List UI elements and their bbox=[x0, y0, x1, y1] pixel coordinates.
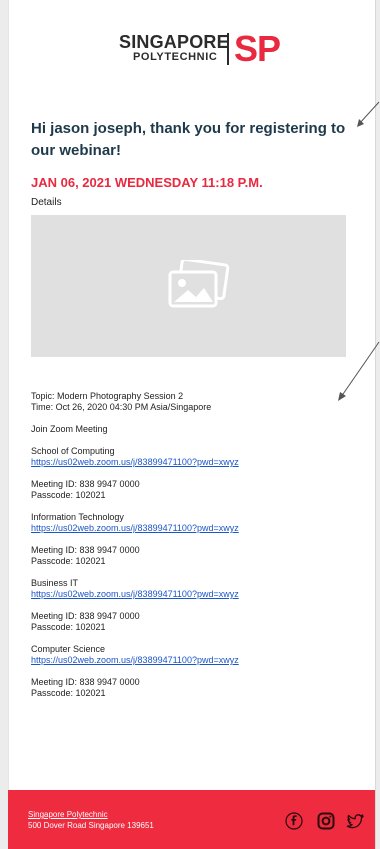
join-text: Join Zoom Meeting bbox=[31, 424, 108, 434]
sp-logo[interactable]: SINGAPORE POLYTECHNIC SP bbox=[119, 28, 289, 69]
footer-link[interactable]: Singapore Polytechnic bbox=[28, 810, 108, 819]
logo-line2: POLYTECHNIC bbox=[133, 51, 218, 63]
meeting-id: Meeting ID: 838 9947 0000 bbox=[31, 545, 140, 555]
zoom-link[interactable]: https://us02web.zoom.us/j/83899471100?pw… bbox=[31, 655, 239, 665]
meeting-id: Meeting ID: 838 9947 0000 bbox=[31, 479, 140, 489]
meeting-id: Meeting ID: 838 9947 0000 bbox=[31, 611, 140, 621]
logo-mark: SP bbox=[234, 28, 281, 69]
passcode: Passcode: 102021 bbox=[31, 622, 106, 632]
session-name: Business IT bbox=[31, 578, 79, 588]
zoom-link[interactable]: https://us02web.zoom.us/j/83899471100?pw… bbox=[31, 589, 239, 599]
meeting-id: Meeting ID: 838 9947 0000 bbox=[31, 677, 140, 687]
footer: Singapore Polytechnic 500 Dover Road Sin… bbox=[8, 790, 375, 849]
annotation-arrow bbox=[338, 341, 380, 401]
meeting-details: Topic: Modern Photography Session 2 Time… bbox=[31, 391, 361, 710]
passcode: Passcode: 102021 bbox=[31, 490, 106, 500]
instagram-icon[interactable] bbox=[316, 811, 336, 831]
email-card: SINGAPORE POLYTECHNIC SP Hi jason joseph… bbox=[8, 0, 376, 849]
time-text: Time: Oct 26, 2020 04:30 PM Asia/Singapo… bbox=[31, 402, 212, 412]
facebook-icon[interactable] bbox=[284, 811, 304, 831]
zoom-link[interactable]: https://us02web.zoom.us/j/83899471100?pw… bbox=[31, 523, 239, 533]
footer-address: 500 Dover Road Singapore 139651 bbox=[28, 821, 154, 830]
passcode: Passcode: 102021 bbox=[31, 556, 106, 566]
annotation-arrow bbox=[357, 101, 380, 127]
greeting-heading: Hi jason joseph, thank you for registeri… bbox=[31, 120, 346, 159]
topic-text: Topic: Modern Photography Session 2 bbox=[31, 391, 184, 401]
logo-divider bbox=[227, 33, 229, 65]
zoom-link[interactable]: https://us02web.zoom.us/j/83899471100?pw… bbox=[31, 457, 239, 467]
twitter-icon[interactable] bbox=[345, 811, 365, 831]
session-name: School of Computing bbox=[31, 446, 115, 456]
image-placeholder-icon bbox=[168, 260, 230, 308]
logo-line1: SINGAPORE bbox=[119, 32, 229, 52]
image-placeholder bbox=[31, 215, 346, 357]
session-name: Information Technology bbox=[31, 512, 124, 522]
details-label: Details bbox=[31, 197, 62, 208]
session-name: Computer Science bbox=[31, 644, 106, 654]
event-datetime: JAN 06, 2021 WEDNESDAY 11:18 P.M. bbox=[31, 175, 263, 190]
passcode: Passcode: 102021 bbox=[31, 688, 106, 698]
